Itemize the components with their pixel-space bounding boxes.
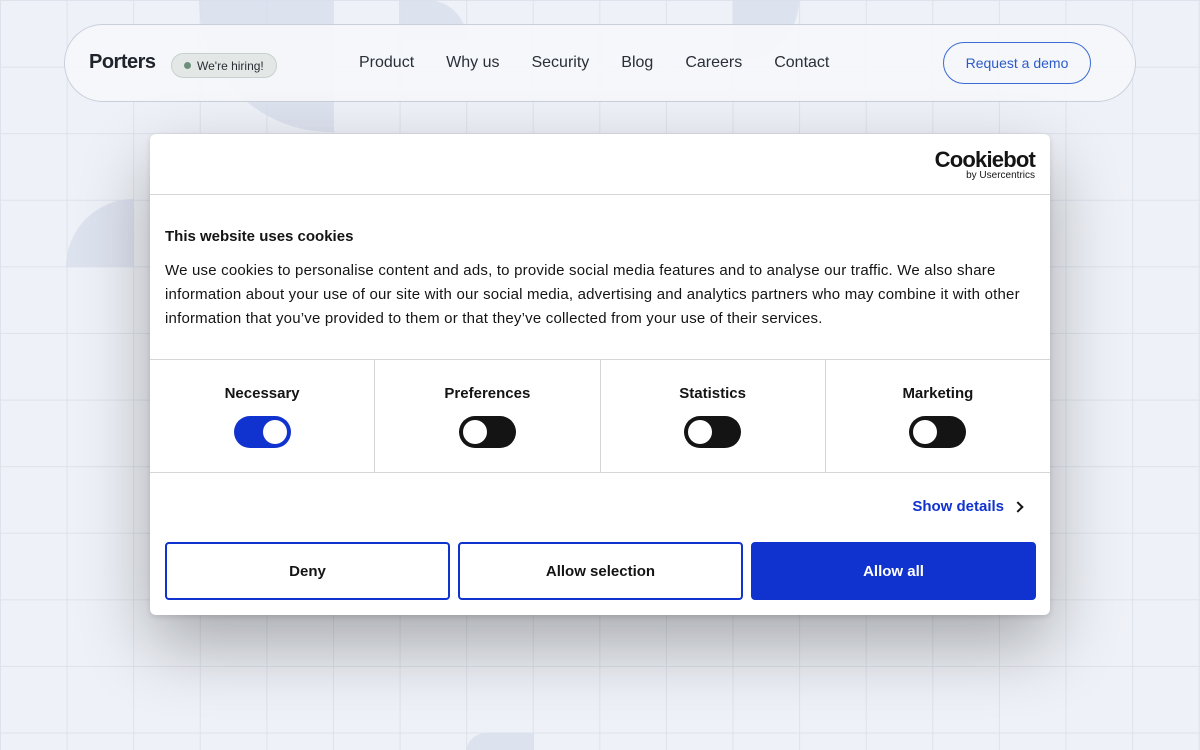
top-navbar: Porters We're hiring! Product Why us Sec… <box>64 24 1136 102</box>
dialog-description: We use cookies to personalise content an… <box>165 262 1020 327</box>
switch-knob <box>688 420 713 444</box>
dialog-header: Cookiebot by Usercentrics <box>150 134 1050 195</box>
switch-knob <box>913 420 938 444</box>
switch-knob <box>462 420 487 444</box>
show-details-label: Show details <box>912 498 1004 515</box>
preferences-switch[interactable] <box>458 416 516 448</box>
allow-all-button[interactable]: Allow all <box>751 542 1036 600</box>
toggle-marketing: Marketing <box>826 360 1050 472</box>
nav-link-why-us[interactable]: Why us <box>446 53 499 73</box>
nav-link-blog[interactable]: Blog <box>621 53 653 73</box>
cookiebot-logo: Cookiebot by Usercentrics <box>934 147 1036 181</box>
consent-buttons: Deny Allow selection Allow all <box>165 542 1036 600</box>
statistics-switch[interactable] <box>684 416 742 448</box>
cookiebot-subbrand: by Usercentrics <box>966 170 1035 181</box>
switch-knob <box>262 420 287 444</box>
toggle-label: Necessary <box>224 385 300 402</box>
toggle-preferences: Preferences <box>375 360 601 472</box>
chevron-right-icon <box>1012 500 1024 513</box>
request-demo-button[interactable]: Request a demo <box>943 42 1091 84</box>
dialog-title: This website uses cookies <box>165 228 354 245</box>
deny-button[interactable]: Deny <box>165 542 450 600</box>
marketing-switch[interactable] <box>909 416 967 448</box>
dialog-body: This website uses cookies We use cookies… <box>150 195 1050 360</box>
toggle-label: Marketing <box>902 385 974 402</box>
consent-toggles: Necessary Preferences Statistics Marketi… <box>150 360 1050 473</box>
status-dot-icon <box>184 62 191 69</box>
allow-selection-button[interactable]: Allow selection <box>458 542 743 600</box>
hiring-badge-label: We're hiring! <box>197 58 264 73</box>
necessary-switch[interactable] <box>233 416 291 448</box>
cookiebot-brand: Cookiebot <box>934 147 1036 172</box>
toggle-label: Preferences <box>444 385 531 402</box>
toggle-label: Statistics <box>679 385 746 402</box>
site-logo[interactable]: Porters <box>89 51 156 74</box>
toggle-necessary: Necessary <box>150 360 376 472</box>
details-row: Show details <box>150 473 1050 541</box>
nav-link-security[interactable]: Security <box>531 53 589 73</box>
hiring-badge[interactable]: We're hiring! <box>171 53 277 78</box>
show-details-link[interactable]: Show details <box>912 498 1024 515</box>
cookie-consent-dialog: Cookiebot by Usercentrics This website u… <box>150 134 1050 615</box>
nav-link-careers[interactable]: Careers <box>685 53 742 73</box>
toggle-statistics: Statistics <box>601 360 826 472</box>
logo-text: Porters <box>89 51 156 73</box>
nav-link-product[interactable]: Product <box>359 53 414 73</box>
nav-link-contact[interactable]: Contact <box>774 53 829 73</box>
main-nav: Product Why us Security Blog Careers Con… <box>359 53 861 73</box>
